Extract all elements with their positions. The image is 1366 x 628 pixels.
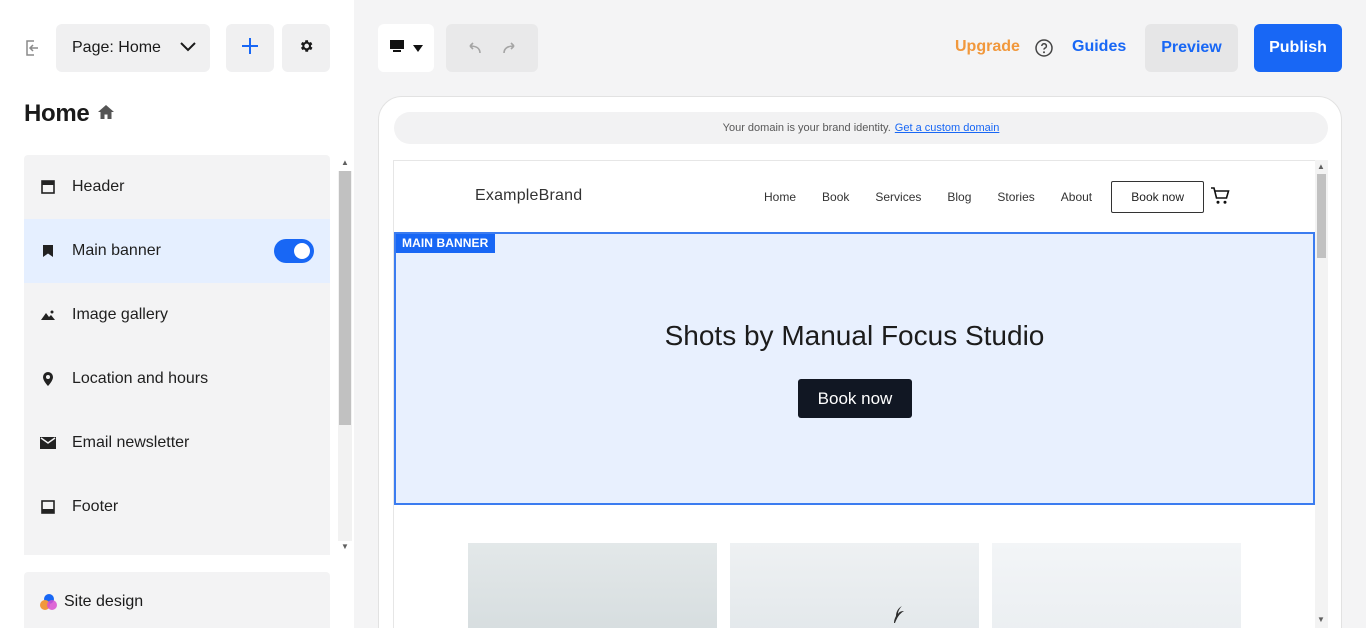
plus-icon: [241, 37, 259, 60]
section-item-location-and-hours[interactable]: Location and hours: [24, 347, 330, 411]
home-icon: [97, 104, 115, 125]
nav-item-services[interactable]: Services: [875, 182, 921, 212]
site-preview-frame: Your domain is your brand identity. Get …: [378, 96, 1342, 628]
gallery-image[interactable]: [730, 543, 979, 628]
section-item-email-newsletter[interactable]: Email newsletter: [24, 411, 330, 475]
add-section-button[interactable]: [226, 24, 274, 72]
device-view-dropdown[interactable]: [378, 24, 434, 72]
editor-sidebar: Page: Home Home Header Main banner Image…: [0, 0, 354, 628]
site-canvas: ExampleBrand Home Book Services Blog Sto…: [393, 160, 1315, 628]
nav-item-stories[interactable]: Stories: [997, 182, 1034, 212]
section-visibility-toggle[interactable]: [274, 239, 314, 263]
domain-notice-text: Your domain is your brand identity.: [722, 122, 891, 134]
mail-icon: [40, 435, 56, 451]
image-icon: [40, 307, 56, 323]
nav-item-book[interactable]: Book: [822, 182, 849, 212]
section-item-image-gallery[interactable]: Image gallery: [24, 283, 330, 347]
palette-icon: [40, 594, 58, 610]
section-item-footer[interactable]: Footer: [24, 475, 330, 539]
section-item-header[interactable]: Header: [24, 155, 330, 219]
help-icon[interactable]: [1035, 39, 1053, 57]
undo-redo-group: [446, 24, 538, 72]
page-title: Home: [24, 100, 90, 127]
site-design-button[interactable]: Site design: [24, 572, 330, 628]
preview-scrollbar[interactable]: ▲ ▼: [1315, 160, 1328, 628]
site-brand-logo[interactable]: ExampleBrand: [475, 187, 582, 205]
page-select[interactable]: Page: Home: [56, 24, 210, 72]
preview-button[interactable]: Preview: [1145, 24, 1238, 72]
section-list: Header Main banner Image gallery Locatio…: [24, 155, 330, 555]
scroll-down-arrow-icon[interactable]: ▼: [1317, 616, 1325, 624]
section-item-main-banner[interactable]: Main banner: [24, 219, 330, 283]
chevron-down-icon: [180, 39, 196, 57]
banner-book-now-button[interactable]: Book now: [798, 379, 912, 418]
nav-book-now-button[interactable]: Book now: [1111, 181, 1205, 213]
domain-notice-bar: Your domain is your brand identity. Get …: [394, 112, 1328, 144]
page-settings-button[interactable]: [282, 24, 330, 72]
location-pin-icon: [40, 371, 56, 387]
caret-down-icon: [413, 39, 423, 57]
bird-icon: [892, 605, 906, 628]
section-tag: MAIN BANNER: [396, 234, 496, 253]
guides-link[interactable]: Guides: [1072, 38, 1126, 56]
scrollbar-thumb[interactable]: [339, 171, 351, 425]
scroll-up-arrow-icon[interactable]: ▲: [1317, 163, 1325, 171]
page-select-label: Page: Home: [72, 39, 161, 56]
section-list-scrollbar[interactable]: ▲ ▼: [338, 155, 352, 555]
redo-icon[interactable]: [502, 42, 520, 54]
nav-item-blog[interactable]: Blog: [947, 182, 971, 212]
publish-button[interactable]: Publish: [1254, 24, 1342, 72]
upgrade-link[interactable]: Upgrade: [955, 38, 1020, 56]
section-item-label: Header: [72, 178, 125, 195]
site-design-label: Site design: [64, 593, 144, 610]
page-heading: Home: [24, 100, 115, 128]
nav-item-home[interactable]: Home: [764, 182, 796, 212]
site-nav: Home Book Services Blog Stories About Bo…: [764, 181, 1205, 213]
footer-icon: [40, 499, 56, 515]
scroll-down-arrow-icon[interactable]: ▼: [341, 543, 349, 551]
cart-icon[interactable]: [1210, 187, 1230, 210]
section-item-label: Footer: [72, 498, 119, 515]
gallery-image[interactable]: [992, 543, 1241, 628]
undo-icon[interactable]: [464, 42, 482, 54]
scroll-up-arrow-icon[interactable]: ▲: [341, 159, 349, 167]
section-item-label: Image gallery: [72, 306, 169, 323]
gear-icon: [298, 38, 314, 59]
custom-domain-link[interactable]: Get a custom domain: [895, 122, 1000, 134]
section-item-label: Main banner: [72, 242, 161, 259]
bookmark-icon: [40, 243, 56, 259]
banner-title[interactable]: Shots by Manual Focus Studio: [396, 320, 1313, 352]
image-gallery-section: [468, 543, 1241, 628]
section-item-label: Email newsletter: [72, 434, 190, 451]
gallery-image[interactable]: [468, 543, 717, 628]
header-icon: [40, 179, 56, 195]
main-banner-section[interactable]: MAIN BANNER Shots by Manual Focus Studio…: [394, 232, 1315, 505]
scrollbar-thumb[interactable]: [1317, 174, 1326, 258]
desktop-icon: [389, 39, 405, 58]
nav-item-about[interactable]: About: [1061, 182, 1092, 212]
section-item-label: Location and hours: [72, 370, 209, 387]
exit-editor-icon[interactable]: [22, 38, 42, 58]
